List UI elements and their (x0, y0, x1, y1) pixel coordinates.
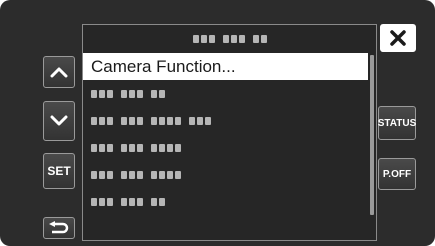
menu-item-camera-function[interactable]: Camera Function... (83, 53, 368, 80)
camera-lcd-screen: SET Camera Function... STATUS P.OFF (0, 0, 435, 246)
chevron-down-icon (50, 115, 68, 126)
return-arrow-icon (49, 221, 69, 234)
menu-item-obscured[interactable] (83, 107, 368, 134)
menu-item-obscured[interactable] (83, 134, 368, 161)
bottom-bar (82, 216, 377, 241)
back-button[interactable] (43, 217, 75, 239)
close-button[interactable] (380, 24, 416, 52)
set-button[interactable]: SET (43, 153, 75, 189)
menu-list: Camera Function... (83, 53, 368, 215)
menu-item-obscured[interactable] (83, 80, 368, 107)
status-button[interactable]: STATUS (378, 106, 416, 140)
menu-title-obscured (83, 25, 376, 53)
power-off-button[interactable]: P.OFF (378, 158, 416, 190)
menu-panel: Camera Function... (82, 24, 377, 218)
scroll-down-button[interactable] (43, 101, 75, 141)
menu-item-obscured[interactable] (83, 161, 368, 188)
close-icon (390, 30, 406, 46)
menu-item-label: Camera Function... (91, 56, 236, 76)
scrollbar[interactable] (370, 55, 374, 215)
scroll-up-button[interactable] (43, 56, 75, 88)
chevron-up-icon (50, 67, 68, 78)
menu-item-obscured[interactable] (83, 188, 368, 215)
